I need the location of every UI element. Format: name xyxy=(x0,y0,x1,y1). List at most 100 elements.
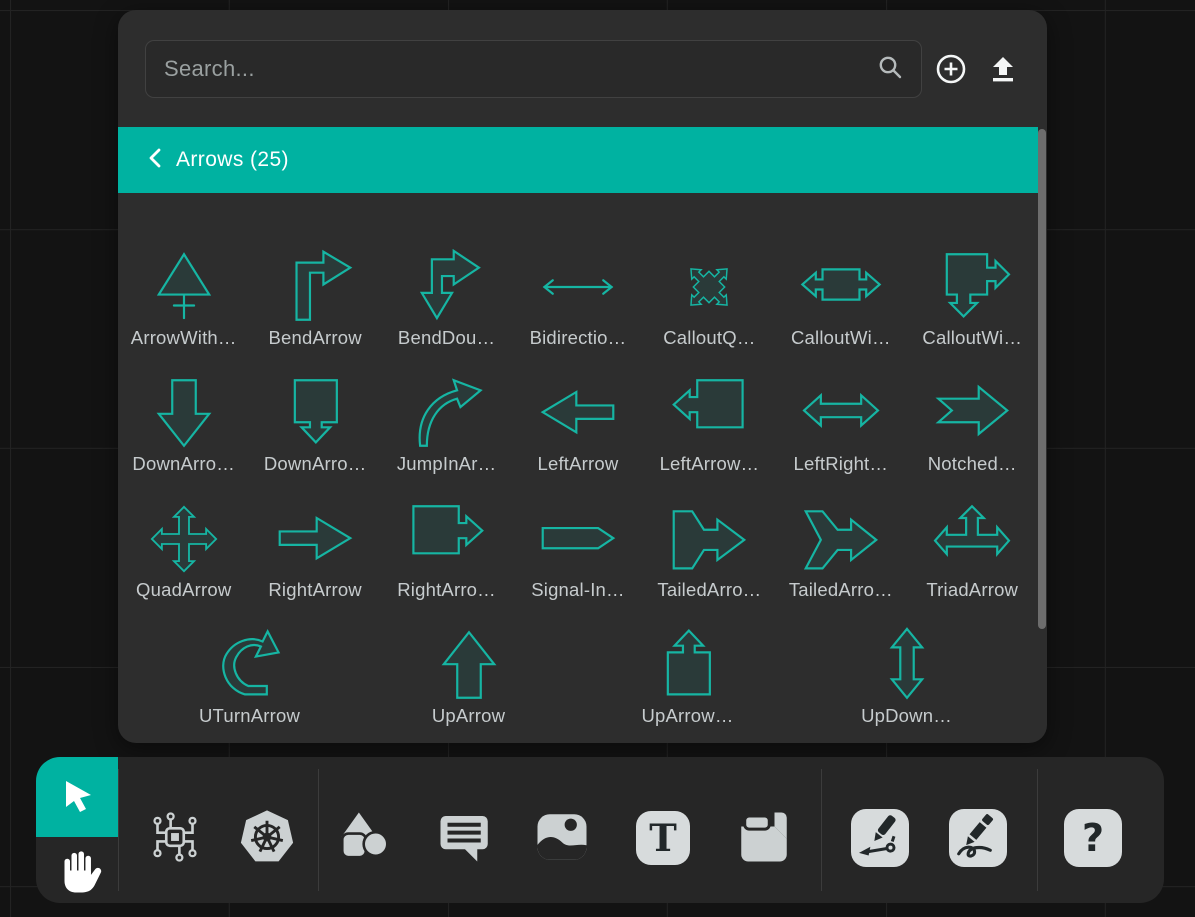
pan-tool-button[interactable] xyxy=(36,837,118,903)
u-turn-arrow-shape-icon xyxy=(208,628,292,702)
shape-grid-row: QuadArrow RightArrow RightArro… Signal-I… xyxy=(118,490,1038,616)
shape-item-uparrow[interactable]: UpArrow xyxy=(359,616,578,742)
shape-label: TailedArro… xyxy=(657,578,761,602)
shape-item-jumpinarrow[interactable]: JumpInAr… xyxy=(381,364,512,490)
shape-item-uturnarrow[interactable]: UTurnArrow xyxy=(140,616,359,742)
help-icon: ? xyxy=(1064,809,1122,867)
upload-icon xyxy=(989,55,1017,86)
shape-label: CalloutWi… xyxy=(791,326,891,350)
down-arrow-callout-shape-icon xyxy=(273,376,357,450)
text-icon: T xyxy=(636,811,690,865)
callout-horizontal-arrows-shape-icon xyxy=(799,250,883,324)
panel-scrollbar-thumb[interactable] xyxy=(1038,129,1046,629)
comment-tool-button[interactable] xyxy=(436,809,494,867)
shape-item-calloutwithrightdownarrows[interactable]: CalloutWi… xyxy=(907,238,1038,364)
tailed-arrow-shape-icon xyxy=(667,502,751,576)
draw-edge-tool-button[interactable] xyxy=(851,809,909,867)
jump-in-arrow-shape-icon xyxy=(405,376,489,450)
shape-label: Bidirectio… xyxy=(530,326,627,350)
kubernetes-tool-button[interactable] xyxy=(238,809,296,867)
shape-item-bidirectional[interactable]: Bidirectio… xyxy=(512,238,643,364)
shape-label: Signal-In… xyxy=(531,578,625,602)
shape-label: LeftArrow xyxy=(537,452,618,476)
draw-freehand-tool-button[interactable] xyxy=(949,809,1007,867)
shape-label: RightArrow xyxy=(268,578,362,602)
up-arrow-callout-shape-icon xyxy=(646,628,730,702)
shapes-tool-button[interactable] xyxy=(336,809,394,867)
shape-item-downarrow[interactable]: DownArro… xyxy=(118,364,249,490)
shape-grid-row: ArrowWith… BendArrow BendDou… Bidirectio… xyxy=(118,238,1038,364)
select-tool-button[interactable] xyxy=(36,757,118,837)
image-tool-button[interactable] xyxy=(533,809,591,867)
left-arrow-callout-shape-icon xyxy=(667,376,751,450)
up-arrow-shape-icon xyxy=(427,628,511,702)
shape-label: TailedArro… xyxy=(789,578,893,602)
shape-label: UTurnArrow xyxy=(199,704,300,728)
help-button[interactable]: ? xyxy=(1064,809,1122,867)
down-arrow-shape-icon xyxy=(142,376,226,450)
kubernetes-icon xyxy=(238,808,296,869)
shape-item-downarrowcallout[interactable]: DownArro… xyxy=(249,364,380,490)
shape-item-bendarrow[interactable]: BendArrow xyxy=(249,238,380,364)
shape-item-tailedarrow2[interactable]: TailedArro… xyxy=(775,490,906,616)
search-box[interactable] xyxy=(145,40,922,98)
bidirectional-arrow-shape-icon xyxy=(536,250,620,324)
right-arrow-shape-icon xyxy=(273,502,357,576)
shape-item-leftarrow[interactable]: LeftArrow xyxy=(512,364,643,490)
shapes-icon xyxy=(337,809,393,868)
shape-item-signalin[interactable]: Signal-In… xyxy=(512,490,643,616)
draw-freehand-icon xyxy=(949,809,1007,867)
shape-label: QuadArrow xyxy=(136,578,231,602)
shape-item-leftrightarrow[interactable]: LeftRight… xyxy=(775,364,906,490)
shape-item-notchedrightarrow[interactable]: Notched… xyxy=(907,364,1038,490)
shape-item-tailedarrow1[interactable]: TailedArro… xyxy=(644,490,775,616)
bend-arrow-shape-icon xyxy=(273,250,357,324)
search-icon xyxy=(877,54,903,85)
note-tool-button[interactable] xyxy=(735,809,793,867)
shape-item-rightarrow[interactable]: RightArrow xyxy=(249,490,380,616)
toolbar-divider xyxy=(1037,769,1038,891)
toolbar-divider xyxy=(821,769,822,891)
category-header-arrows[interactable]: Arrows (25) xyxy=(118,127,1038,193)
topology-tool-button[interactable] xyxy=(146,809,204,867)
hand-icon xyxy=(52,844,102,897)
shape-item-leftarrowcallout[interactable]: LeftArrow… xyxy=(644,364,775,490)
shape-label: DownArro… xyxy=(264,452,367,476)
right-arrow-callout-shape-icon xyxy=(405,502,489,576)
upload-button[interactable] xyxy=(984,51,1022,89)
text-tool-glyph: T xyxy=(649,816,677,860)
add-shape-button[interactable] xyxy=(932,51,970,89)
callout-quad-arrow-shape-icon xyxy=(667,250,751,324)
toolbar-divider xyxy=(118,769,119,891)
shape-grid-row: DownArro… DownArro… JumpInAr… LeftArrow xyxy=(118,364,1038,490)
category-label: Arrows (25) xyxy=(176,148,289,172)
note-icon xyxy=(736,809,792,868)
shape-item-updownarrow[interactable]: UpDown… xyxy=(797,616,1016,742)
shape-label: UpArrow xyxy=(432,704,505,728)
text-tool-button[interactable]: T xyxy=(634,809,692,867)
cursor-icon xyxy=(55,774,99,821)
shape-label: ArrowWith… xyxy=(131,326,237,350)
toolbar-divider xyxy=(318,769,319,891)
draw-edge-icon xyxy=(851,809,909,867)
comment-icon xyxy=(437,809,493,868)
shape-label: Notched… xyxy=(928,452,1017,476)
shape-item-arrowwithtail[interactable]: ArrowWith… xyxy=(118,238,249,364)
shape-item-uparrowcallout[interactable]: UpArrow… xyxy=(578,616,797,742)
shape-label: CalloutQ… xyxy=(663,326,755,350)
shape-item-benddoublearrow[interactable]: BendDou… xyxy=(381,238,512,364)
bend-double-arrow-shape-icon xyxy=(405,250,489,324)
search-input[interactable] xyxy=(164,56,877,82)
shape-item-rightarrowcallout[interactable]: RightArro… xyxy=(381,490,512,616)
shape-label: UpDown… xyxy=(861,704,952,728)
shape-item-calloutquadarrow[interactable]: CalloutQ… xyxy=(644,238,775,364)
shape-grid-row: UTurnArrow UpArrow UpArrow… UpDown… xyxy=(118,616,1038,742)
add-circle-icon xyxy=(935,53,967,88)
shape-label: LeftArrow… xyxy=(660,452,760,476)
shape-item-quadarrow[interactable]: QuadArrow xyxy=(118,490,249,616)
left-right-arrow-shape-icon xyxy=(799,376,883,450)
shape-label: DownArro… xyxy=(132,452,235,476)
shape-item-calloutwithhorizontalarrows[interactable]: CalloutWi… xyxy=(775,238,906,364)
shape-item-triadarrow[interactable]: TriadArrow xyxy=(907,490,1038,616)
quad-arrow-shape-icon xyxy=(142,502,226,576)
